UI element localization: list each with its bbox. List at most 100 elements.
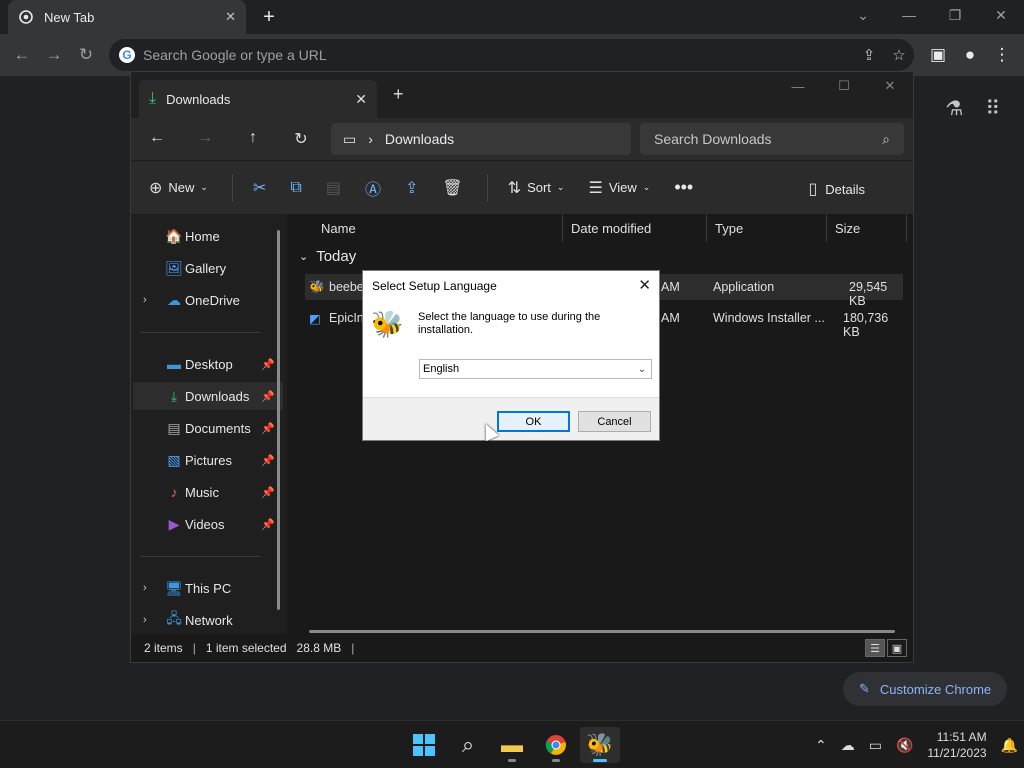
chevron-right-icon[interactable]: › (368, 131, 373, 147)
breadcrumb-downloads[interactable]: Downloads (385, 131, 454, 147)
cut-button[interactable]: ✂ (253, 178, 266, 198)
view-button[interactable]: ☰ View ⌄ (588, 178, 650, 198)
sidebar-item-desktop[interactable]: ▬ Desktop 📌 (133, 350, 283, 378)
explorer-tab-downloads[interactable]: ⤓ Downloads ✕ (139, 80, 377, 118)
refresh-icon[interactable]: ↻ (291, 129, 311, 149)
paste-button[interactable]: ▤ (326, 178, 341, 198)
start-button[interactable] (404, 727, 444, 763)
star-icon[interactable]: ☆ (884, 46, 914, 64)
side-panel-icon[interactable]: ▣ (926, 43, 950, 67)
column-header-type[interactable]: Type (707, 214, 827, 242)
sidebar-item-music[interactable]: ♪ Music 📌 (133, 478, 283, 506)
back-arrow-icon[interactable]: ← (10, 43, 34, 67)
document-icon: ▤ (167, 419, 181, 436)
search-button[interactable]: ⌕ (448, 727, 488, 763)
breadcrumb[interactable]: ▭ › Downloads (331, 123, 631, 155)
column-header-name[interactable]: Name (313, 214, 563, 242)
close-icon[interactable]: ✕ (225, 9, 236, 25)
sidebar-item-network[interactable]: › 🖧 Network (133, 606, 283, 634)
chevron-right-icon[interactable]: › (143, 582, 147, 594)
menu-kebab-icon[interactable]: ⋮ (990, 43, 1014, 67)
speaker-muted-icon[interactable]: 🔇 (896, 737, 913, 754)
details-view-icon[interactable]: ☰ (865, 639, 885, 657)
chrome-toolbar: ← → ↻ G Search Google or type a URL ⇪ ☆ … (0, 34, 1024, 76)
sidebar-item-downloads[interactable]: ⤓ Downloads 📌 (133, 382, 283, 410)
chevron-right-icon[interactable]: › (143, 294, 147, 306)
up-arrow-icon[interactable]: ↑ (243, 129, 263, 149)
omnibox[interactable]: G Search Google or type a URL ⇪ ☆ (109, 39, 914, 71)
forward-arrow-icon[interactable]: → (195, 129, 215, 149)
sidebar-scrollbar[interactable] (277, 230, 280, 610)
sidebar-item-pictures[interactable]: ▧ Pictures 📌 (133, 446, 283, 474)
pin-icon[interactable]: 📌 (261, 486, 275, 499)
chevron-down-icon[interactable]: ⌄ (840, 0, 886, 30)
setup-language-dialog: Select Setup Language ✕ 🐝 Select the lan… (362, 270, 660, 441)
reload-icon[interactable]: ↻ (74, 43, 98, 67)
pin-icon[interactable]: 📌 (261, 390, 275, 403)
close-window-icon[interactable]: ✕ (867, 72, 913, 100)
notification-bell-icon[interactable]: 🔔 (1001, 737, 1018, 754)
clock[interactable]: 11:51 AM 11/21/2023 (927, 729, 986, 761)
cloud-offline-icon[interactable]: ☁ (841, 737, 855, 754)
system-tray: ⌃ ☁ ▭ 🔇 11:51 AM 11/21/2023 🔔 (815, 721, 1018, 768)
close-icon[interactable]: ✕ (638, 276, 651, 294)
details-button[interactable]: ▯ Details (808, 179, 865, 199)
setup-taskbar-button[interactable]: 🐝 (580, 727, 620, 763)
display-icon[interactable]: ▭ (869, 737, 882, 754)
cancel-button[interactable]: Cancel (578, 411, 651, 432)
sidebar-item-this-pc[interactable]: › 🖥 This PC (133, 574, 283, 602)
sidebar-item-label: Downloads (185, 388, 250, 404)
profile-icon[interactable]: ● (958, 43, 982, 67)
pin-icon[interactable]: 📌 (261, 518, 275, 531)
share-button[interactable]: ⇪ (405, 178, 418, 198)
back-arrow-icon[interactable]: ← (147, 129, 167, 149)
chevron-up-icon[interactable]: ⌃ (815, 737, 827, 754)
sidebar-item-label: Gallery (185, 260, 227, 276)
maximize-icon[interactable]: ☐ (821, 72, 867, 100)
add-tab-button[interactable]: + (393, 84, 404, 105)
videos-icon: ▶ (168, 515, 180, 532)
restore-icon[interactable]: ❐ (932, 0, 978, 30)
column-header-date[interactable]: Date modified (563, 214, 707, 242)
sidebar-item-label: This PC (185, 580, 232, 596)
share-icon[interactable]: ⇪ (854, 46, 884, 64)
column-header-size[interactable]: Size (827, 214, 907, 242)
chevron-right-icon[interactable]: › (143, 614, 147, 626)
horizontal-scrollbar[interactable] (309, 630, 895, 633)
delete-button[interactable]: 🗑 (442, 178, 462, 198)
labs-flask-icon[interactable]: ⚗ (945, 96, 963, 121)
language-select[interactable]: English ⌄ (419, 359, 652, 379)
customize-chrome-button[interactable]: ✎ Customize Chrome (843, 672, 1007, 706)
pin-icon[interactable]: 📌 (261, 454, 275, 467)
more-options-button[interactable]: ••• (674, 177, 693, 198)
copy-button[interactable]: ⧉ (290, 179, 301, 197)
pin-icon[interactable]: 📌 (261, 422, 275, 435)
new-tab-button[interactable]: + (258, 6, 280, 28)
sidebar-item-documents[interactable]: ▤ Documents 📌 (133, 414, 283, 442)
sidebar-item-onedrive[interactable]: › ☁ OneDrive (133, 286, 283, 314)
rename-button[interactable]: Ⓐ (365, 176, 381, 200)
sidebar-item-home[interactable]: 🏠 Home (133, 222, 283, 250)
minimize-icon[interactable]: — (886, 0, 932, 30)
status-bar: 2 items | 1 item selected 28.8 MB | ☰ ▣ (131, 634, 913, 662)
search-downloads-input[interactable]: Search Downloads ⌕ (640, 123, 904, 155)
ok-button[interactable]: OK (497, 411, 570, 432)
pin-icon[interactable]: 📌 (261, 358, 275, 371)
close-window-icon[interactable]: ✕ (978, 0, 1024, 30)
chevron-down-icon: ⌄ (200, 182, 208, 192)
group-header-today[interactable]: ⌄ Today (299, 248, 356, 265)
tiles-view-icon[interactable]: ▣ (887, 639, 907, 657)
details-pane-icon: ▯ (808, 181, 818, 198)
close-icon[interactable]: ✕ (355, 91, 367, 108)
file-explorer-taskbar-button[interactable]: ▬ (492, 727, 532, 763)
sidebar-item-gallery[interactable]: 🖼 Gallery (133, 254, 283, 282)
chrome-taskbar-button[interactable] (536, 727, 576, 763)
sidebar-item-videos[interactable]: ▶ Videos 📌 (133, 510, 283, 538)
home-icon: 🏠 (165, 227, 183, 244)
new-button[interactable]: ⊕ New ⌄ (149, 178, 208, 198)
forward-arrow-icon[interactable]: → (42, 43, 66, 67)
apps-grid-icon[interactable]: ⠿ (985, 96, 1000, 121)
sort-button[interactable]: ⇅ Sort ⌄ (508, 178, 565, 198)
chrome-tab-new-tab[interactable]: New Tab ✕ (8, 0, 246, 34)
minimize-icon[interactable]: — (775, 72, 821, 100)
